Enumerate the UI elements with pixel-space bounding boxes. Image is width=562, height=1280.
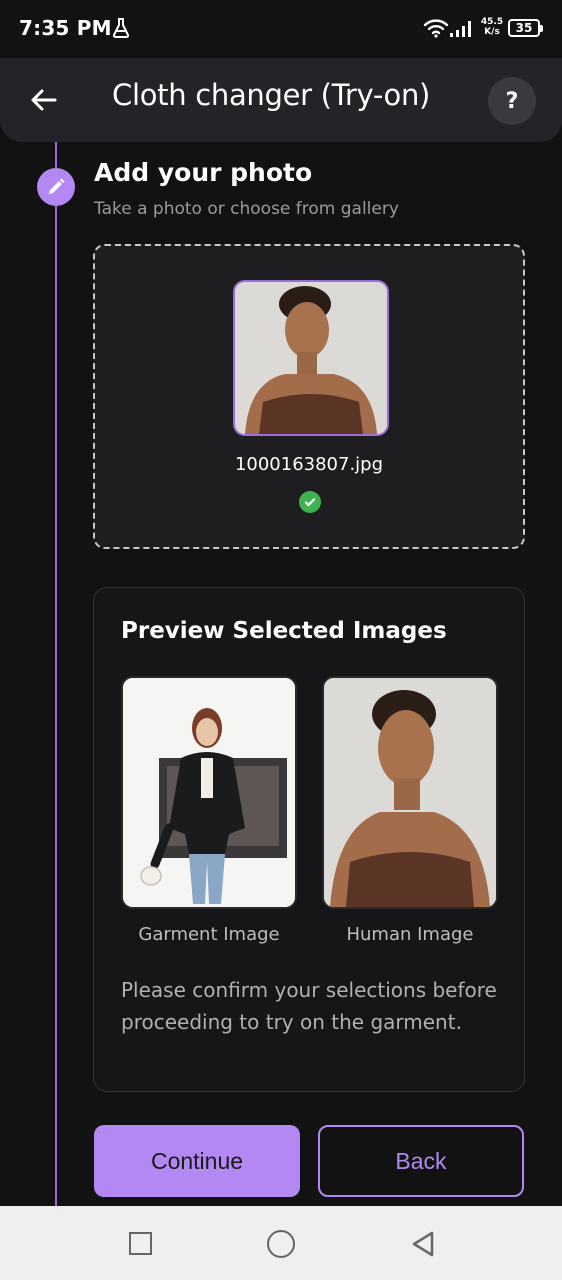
- recent-apps-icon[interactable]: [129, 1232, 152, 1255]
- battery-level: 35: [515, 21, 533, 35]
- battery-icon: 35: [508, 19, 543, 37]
- net-speed: 45.5 K/s: [480, 17, 504, 37]
- status-time: 7:35 PM: [19, 16, 112, 40]
- human-image[interactable]: [322, 676, 498, 909]
- arrow-left-icon[interactable]: [28, 84, 60, 116]
- help-button[interactable]: ?: [488, 77, 536, 125]
- home-icon[interactable]: [267, 1230, 295, 1258]
- human-image-caption: Human Image: [346, 924, 474, 945]
- garment-image-caption: Garment Image: [138, 924, 280, 945]
- check-circle-icon: [299, 491, 321, 513]
- back-nav-icon[interactable]: [410, 1230, 436, 1258]
- back-button[interactable]: Back: [318, 1125, 524, 1197]
- uploaded-filename: 1000163807.jpg: [234, 454, 384, 475]
- wifi-icon: [423, 19, 449, 38]
- confirm-message: Please confirm your selections before pr…: [121, 978, 497, 1034]
- photo-upload-area[interactable]: 1000163807.jpg: [93, 244, 525, 549]
- net-speed-unit: K/s: [484, 27, 500, 37]
- preview-title: Preview Selected Images: [121, 618, 447, 644]
- system-nav-bar: [0, 1206, 562, 1280]
- step-title: Add your photo: [94, 158, 313, 187]
- app-bar: Cloth changer (Try-on) ?: [0, 58, 562, 142]
- page-title: Cloth changer (Try-on): [112, 78, 431, 112]
- pencil-icon: [37, 168, 75, 206]
- net-speed-value: 45.5: [480, 17, 504, 27]
- signal-icon: [450, 21, 471, 37]
- uploaded-photo-thumbnail: [233, 280, 389, 436]
- continue-button[interactable]: Continue: [94, 1125, 300, 1197]
- step-subtitle: Take a photo or choose from gallery: [94, 199, 399, 219]
- preview-card: Preview Selected Images Garment Image Hu…: [93, 587, 525, 1092]
- garment-image[interactable]: [121, 676, 297, 909]
- flask-icon: [112, 18, 130, 38]
- step-timeline-line: [55, 142, 57, 1206]
- status-bar: 7:35 PM 45.5 K/s 35: [0, 0, 562, 58]
